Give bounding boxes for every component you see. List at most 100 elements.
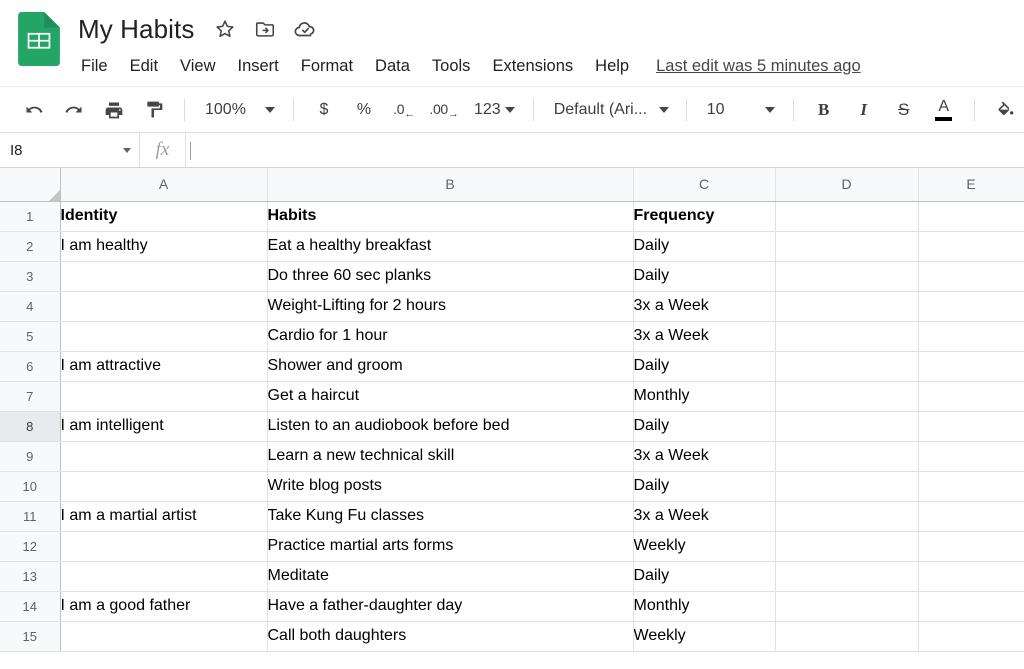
column-header-a[interactable]: A bbox=[60, 168, 267, 201]
cell-D14[interactable] bbox=[775, 591, 918, 621]
cell-D5[interactable] bbox=[775, 321, 918, 351]
cell-E10[interactable] bbox=[918, 471, 1024, 501]
decrease-decimal-button[interactable]: .0← bbox=[389, 95, 419, 125]
cell-B9[interactable]: Learn a new technical skill bbox=[267, 441, 633, 471]
cell-C15[interactable]: Weekly bbox=[633, 621, 775, 651]
cell-C8[interactable]: Daily bbox=[633, 411, 775, 441]
cell-C4[interactable]: 3x a Week bbox=[633, 291, 775, 321]
row-header-13[interactable]: 13 bbox=[0, 561, 60, 591]
cell-D6[interactable] bbox=[775, 351, 918, 381]
cell-B8[interactable]: Listen to an audiobook before bed bbox=[267, 411, 633, 441]
row-header-7[interactable]: 7 bbox=[0, 381, 60, 411]
row-header-14[interactable]: 14 bbox=[0, 591, 60, 621]
cell-B11[interactable]: Take Kung Fu classes bbox=[267, 501, 633, 531]
paint-format-icon[interactable] bbox=[139, 95, 169, 125]
cell-A8[interactable]: I am intelligent bbox=[60, 411, 267, 441]
font-family-selector[interactable]: Default (Ari... bbox=[546, 95, 674, 125]
cell-E13[interactable] bbox=[918, 561, 1024, 591]
cell-B7[interactable]: Get a haircut bbox=[267, 381, 633, 411]
cell-C2[interactable]: Daily bbox=[633, 231, 775, 261]
cell-B5[interactable]: Cardio for 1 hour bbox=[267, 321, 633, 351]
cell-E6[interactable] bbox=[918, 351, 1024, 381]
cell-D3[interactable] bbox=[775, 261, 918, 291]
cell-C7[interactable]: Monthly bbox=[633, 381, 775, 411]
row-header-9[interactable]: 9 bbox=[0, 441, 60, 471]
menu-item-view[interactable]: View bbox=[171, 54, 224, 79]
cell-A10[interactable] bbox=[60, 471, 267, 501]
fill-color-icon[interactable] bbox=[990, 95, 1020, 125]
cell-D15[interactable] bbox=[775, 621, 918, 651]
cell-E8[interactable] bbox=[918, 411, 1024, 441]
cell-A4[interactable] bbox=[60, 291, 267, 321]
menu-item-tools[interactable]: Tools bbox=[423, 54, 480, 79]
select-all-corner[interactable] bbox=[0, 168, 60, 201]
row-header-4[interactable]: 4 bbox=[0, 291, 60, 321]
cell-E9[interactable] bbox=[918, 441, 1024, 471]
cell-C10[interactable]: Daily bbox=[633, 471, 775, 501]
cell-C14[interactable]: Monthly bbox=[633, 591, 775, 621]
row-header-10[interactable]: 10 bbox=[0, 471, 60, 501]
cell-E4[interactable] bbox=[918, 291, 1024, 321]
cell-D4[interactable] bbox=[775, 291, 918, 321]
cell-E2[interactable] bbox=[918, 231, 1024, 261]
function-icon[interactable]: fx bbox=[140, 133, 186, 167]
cell-A11[interactable]: I am a martial artist bbox=[60, 501, 267, 531]
row-header-6[interactable]: 6 bbox=[0, 351, 60, 381]
cell-C3[interactable]: Daily bbox=[633, 261, 775, 291]
cell-A14[interactable]: I am a good father bbox=[60, 591, 267, 621]
print-icon[interactable] bbox=[99, 95, 129, 125]
cell-B6[interactable]: Shower and groom bbox=[267, 351, 633, 381]
cell-B14[interactable]: Have a father-daughter day bbox=[267, 591, 633, 621]
cell-E3[interactable] bbox=[918, 261, 1024, 291]
cell-E11[interactable] bbox=[918, 501, 1024, 531]
cell-B13[interactable]: Meditate bbox=[267, 561, 633, 591]
row-header-1[interactable]: 1 bbox=[0, 201, 60, 231]
formula-input[interactable] bbox=[186, 133, 1024, 167]
row-header-2[interactable]: 2 bbox=[0, 231, 60, 261]
column-header-d[interactable]: D bbox=[775, 168, 918, 201]
name-box[interactable]: I8 bbox=[0, 133, 140, 167]
cell-E15[interactable] bbox=[918, 621, 1024, 651]
cell-B12[interactable]: Practice martial arts forms bbox=[267, 531, 633, 561]
cell-C9[interactable]: 3x a Week bbox=[633, 441, 775, 471]
number-format-selector[interactable]: 123 bbox=[466, 95, 521, 125]
row-header-15[interactable]: 15 bbox=[0, 621, 60, 651]
column-header-b[interactable]: B bbox=[267, 168, 633, 201]
cell-D1[interactable] bbox=[775, 201, 918, 231]
menu-item-format[interactable]: Format bbox=[292, 54, 362, 79]
strikethrough-button[interactable]: S bbox=[889, 95, 919, 125]
cell-E7[interactable] bbox=[918, 381, 1024, 411]
menu-item-insert[interactable]: Insert bbox=[229, 54, 288, 79]
move-to-folder-icon[interactable] bbox=[250, 14, 280, 44]
cell-C12[interactable]: Weekly bbox=[633, 531, 775, 561]
bold-button[interactable]: B bbox=[809, 95, 839, 125]
cell-A7[interactable] bbox=[60, 381, 267, 411]
percent-format-button[interactable]: % bbox=[349, 95, 379, 125]
cell-A9[interactable] bbox=[60, 441, 267, 471]
cell-C6[interactable]: Daily bbox=[633, 351, 775, 381]
increase-decimal-button[interactable]: .00→ bbox=[429, 95, 459, 125]
cell-D9[interactable] bbox=[775, 441, 918, 471]
cell-D12[interactable] bbox=[775, 531, 918, 561]
menu-item-help[interactable]: Help bbox=[586, 54, 638, 79]
cell-C5[interactable]: 3x a Week bbox=[633, 321, 775, 351]
cell-D8[interactable] bbox=[775, 411, 918, 441]
cell-A12[interactable] bbox=[60, 531, 267, 561]
cell-A5[interactable] bbox=[60, 321, 267, 351]
row-header-12[interactable]: 12 bbox=[0, 531, 60, 561]
google-sheets-logo[interactable] bbox=[18, 12, 60, 66]
cell-D7[interactable] bbox=[775, 381, 918, 411]
last-edit-status[interactable]: Last edit was 5 minutes ago bbox=[656, 57, 861, 76]
font-size-selector[interactable]: 10 bbox=[699, 95, 781, 125]
cell-D2[interactable] bbox=[775, 231, 918, 261]
document-title[interactable]: My Habits bbox=[72, 12, 200, 47]
menu-item-file[interactable]: File bbox=[72, 54, 117, 79]
row-header-8[interactable]: 8 bbox=[0, 411, 60, 441]
menu-item-data[interactable]: Data bbox=[366, 54, 419, 79]
cell-B2[interactable]: Eat a healthy breakfast bbox=[267, 231, 633, 261]
redo-icon[interactable] bbox=[59, 95, 89, 125]
row-header-11[interactable]: 11 bbox=[0, 501, 60, 531]
menu-item-extensions[interactable]: Extensions bbox=[483, 54, 582, 79]
cell-D13[interactable] bbox=[775, 561, 918, 591]
cell-A6[interactable]: I am attractive bbox=[60, 351, 267, 381]
